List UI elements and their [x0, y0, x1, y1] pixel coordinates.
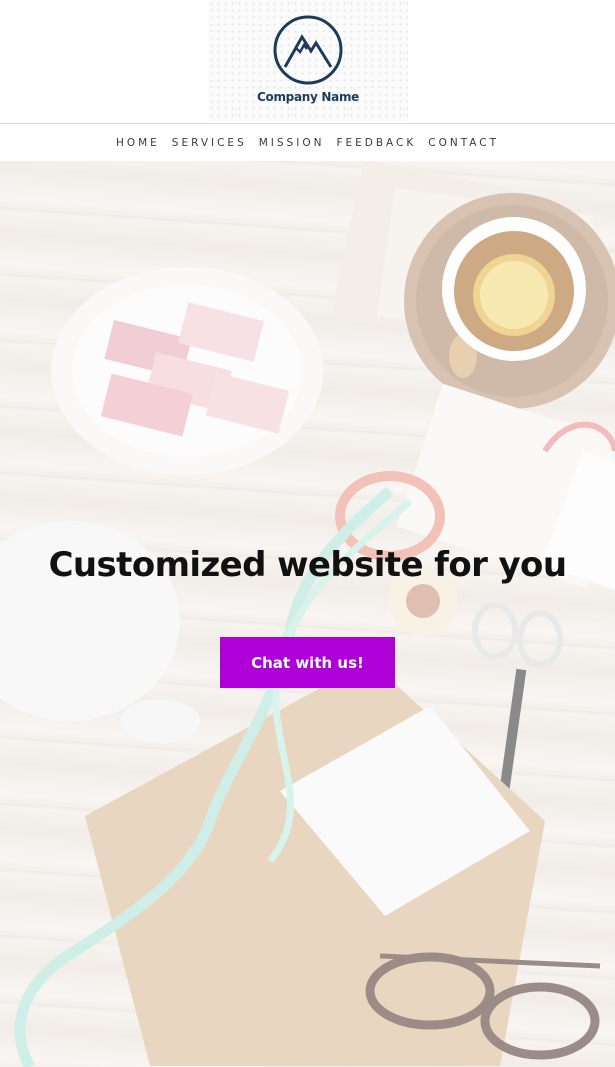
hero-overlay [0, 161, 615, 1067]
nav-feedback[interactable]: FEEDBACK [336, 137, 416, 149]
main-nav: HOME SERVICES MISSION FEEDBACK CONTACT [0, 124, 615, 161]
logo[interactable]: Company Name [208, 0, 408, 121]
site-header: Company Name [0, 0, 615, 124]
nav-services[interactable]: SERVICES [172, 137, 247, 149]
hero-section: Customized website for you Chat with us! [0, 161, 615, 1067]
chat-with-us-button[interactable]: Chat with us! [220, 637, 395, 688]
company-name: Company Name [257, 90, 359, 104]
nav-contact[interactable]: CONTACT [428, 137, 499, 149]
nav-mission[interactable]: MISSION [259, 137, 325, 149]
hero-title: Customized website for you [48, 545, 567, 585]
nav-home[interactable]: HOME [116, 137, 160, 149]
mountain-logo-icon [273, 15, 343, 85]
